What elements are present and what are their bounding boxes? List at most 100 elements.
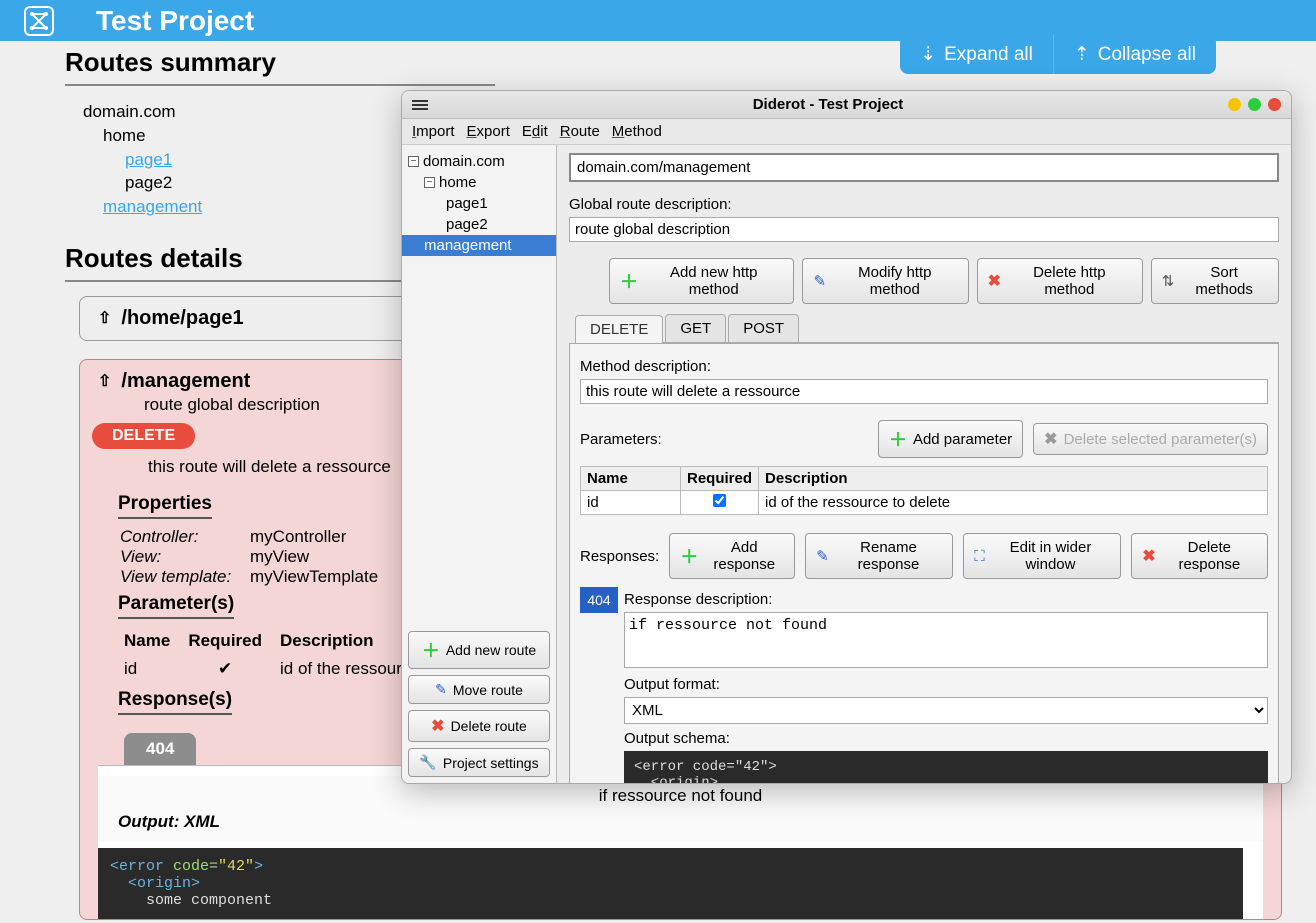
window-title: Diderot - Test Project — [428, 96, 1228, 113]
response-description: if ressource not found — [118, 786, 1243, 806]
sort-icon: ⇅ — [1162, 272, 1175, 290]
plus-icon: ＋ — [680, 543, 698, 569]
col-required: Required — [184, 627, 276, 655]
minimize-icon[interactable] — [1228, 98, 1241, 111]
output-format-select[interactable]: XML — [624, 697, 1268, 724]
project-settings-button[interactable]: 🔧Project settings — [408, 748, 550, 777]
tree-toggle-icon[interactable]: − — [408, 156, 419, 167]
sort-methods-button[interactable]: ⇅Sort methods — [1151, 258, 1279, 304]
collapse-arrow-icon[interactable]: ⇧ — [98, 371, 111, 391]
x-icon: ✖ — [1044, 429, 1057, 449]
parameters-label: Parameters: — [580, 431, 868, 448]
tree-node-domain[interactable]: −domain.com — [402, 151, 556, 172]
responses-label: Responses: — [580, 548, 659, 565]
menu-method[interactable]: Method — [612, 123, 662, 140]
btn-label: Add new http method — [644, 264, 783, 298]
method-tabs: DELETE GET POST — [575, 314, 1279, 343]
pencil-icon: ✎ — [813, 272, 826, 290]
delete-route-button[interactable]: ✖ Delete route — [408, 710, 550, 742]
parameters-table[interactable]: NameRequiredDescription idid of the ress… — [580, 466, 1268, 515]
response-schema-code: <error code="42"> <origin> some componen… — [98, 848, 1243, 919]
response-desc-input[interactable] — [624, 612, 1268, 668]
cell-required[interactable] — [681, 491, 759, 515]
move-route-button[interactable]: ✎Move route — [408, 675, 550, 704]
response-desc-label: Response description: — [624, 591, 1268, 608]
route-url-input[interactable] — [569, 153, 1279, 182]
cell-name[interactable]: id — [581, 491, 681, 515]
collapse-arrow-icon[interactable]: ⇧ — [98, 308, 111, 328]
btn-label: Rename response — [835, 539, 942, 573]
edit-wider-button[interactable]: ⛶Edit in wider window — [963, 533, 1121, 579]
tab-delete[interactable]: DELETE — [575, 315, 663, 343]
param-required: ✔ — [184, 655, 276, 683]
x-icon: ✖ — [431, 716, 444, 736]
wrench-icon: 🔧 — [419, 754, 436, 771]
required-checkbox[interactable] — [713, 494, 726, 507]
btn-label: Delete http method — [1007, 264, 1132, 298]
global-desc-label: Global route description: — [569, 196, 1279, 213]
app-logo-icon — [24, 6, 54, 36]
menu-import[interactable]: Import — [412, 123, 455, 140]
rename-response-button[interactable]: ✎ Rename response — [805, 533, 953, 579]
prop-value: myViewTemplate — [250, 567, 378, 587]
tree-node-home[interactable]: −home — [402, 172, 556, 193]
responses-heading: Response(s) — [118, 689, 232, 715]
expand-window-icon: ⛶ — [974, 548, 985, 565]
expand-all-button[interactable]: ⇣ Expand all — [900, 35, 1053, 74]
collapse-all-button[interactable]: ⇡Collapse all — [1053, 35, 1216, 74]
plus-icon: ＋ — [889, 426, 907, 452]
collapse-icon: ⇡ — [1074, 43, 1090, 66]
menu-bar: Import Export Edit Route Method — [402, 119, 1291, 145]
col-desc: Description — [759, 467, 1268, 491]
maximize-icon[interactable] — [1248, 98, 1261, 111]
tree-node-page2[interactable]: page2 — [402, 214, 556, 235]
tab-post[interactable]: POST — [728, 314, 799, 342]
expand-icon: ⇣ — [920, 43, 936, 66]
summary-page1-link[interactable]: page1 — [125, 150, 172, 169]
modify-method-button[interactable]: ✎ Modify http method — [802, 258, 968, 304]
response-code-tab[interactable]: 404 — [580, 587, 618, 613]
btn-label: Add response — [704, 539, 784, 573]
table-row[interactable]: id id of the ressource to delete — [581, 491, 1268, 515]
tree-label: home — [439, 174, 477, 191]
col-name: Name — [120, 627, 184, 655]
summary-management-link[interactable]: management — [103, 197, 202, 216]
response-code-tab[interactable]: 404 — [124, 733, 196, 765]
window-titlebar[interactable]: Diderot - Test Project — [402, 91, 1291, 119]
menu-route[interactable]: Route — [560, 123, 600, 140]
tree-toggle-icon[interactable]: − — [424, 177, 435, 188]
method-panel: Method description: Parameters: ＋Add par… — [569, 343, 1279, 783]
global-desc-input[interactable] — [569, 217, 1279, 242]
prop-key: View: — [120, 547, 250, 567]
tree-label: page1 — [446, 195, 488, 212]
pencil-icon: ✎ — [816, 547, 829, 565]
prop-key: Controller: — [120, 527, 250, 547]
cell-desc[interactable]: id of the ressource to delete — [759, 491, 1268, 515]
output-schema-code[interactable]: <error code="42"> <origin> some componen… — [624, 751, 1268, 783]
btn-label: Modify http method — [832, 264, 958, 298]
delete-response-button[interactable]: ✖Delete response — [1131, 533, 1268, 579]
btn-label: Delete selected parameter(s) — [1064, 431, 1257, 448]
method-desc-label: Method description: — [580, 358, 1268, 375]
menu-edit[interactable]: Edit — [522, 123, 548, 140]
expand-label: Expand all — [944, 44, 1033, 66]
close-icon[interactable] — [1268, 98, 1281, 111]
add-response-button[interactable]: ＋Add response — [669, 533, 795, 579]
add-method-button[interactable]: ＋Add new http method — [609, 258, 794, 304]
add-parameter-button[interactable]: ＋Add parameter — [878, 420, 1023, 458]
project-title: Test Project — [96, 5, 254, 37]
move-icon: ✎ — [435, 681, 447, 698]
tree-label: page2 — [446, 216, 488, 233]
tab-get[interactable]: GET — [665, 314, 726, 342]
delete-parameter-button[interactable]: ✖ Delete selected parameter(s) — [1033, 423, 1268, 455]
x-icon: ✖ — [988, 271, 1001, 291]
btn-label: Delete route — [451, 718, 527, 734]
hamburger-icon[interactable] — [412, 98, 428, 112]
prop-key: View template: — [120, 567, 250, 587]
menu-export[interactable]: Export — [467, 123, 510, 140]
method-desc-input[interactable] — [580, 379, 1268, 404]
delete-method-button[interactable]: ✖ Delete http method — [977, 258, 1143, 304]
tree-node-management[interactable]: management — [402, 235, 556, 256]
add-route-button[interactable]: ＋Add new route — [408, 631, 550, 669]
tree-node-page1[interactable]: page1 — [402, 193, 556, 214]
